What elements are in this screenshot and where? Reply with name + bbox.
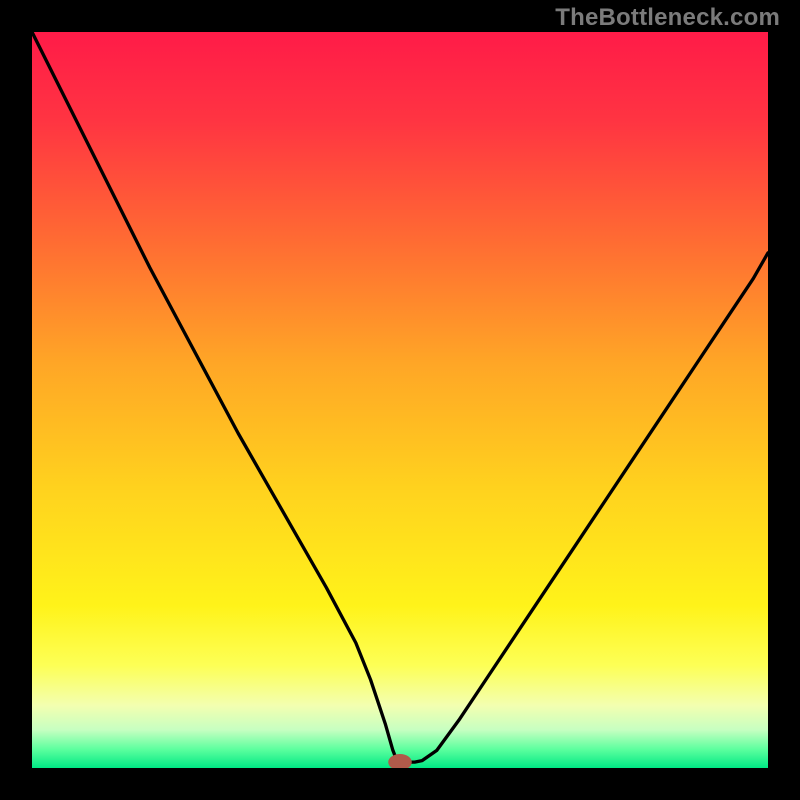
chart-frame: { "watermark": "TheBottleneck.com", "cha…: [0, 0, 800, 800]
gradient-backdrop: [32, 32, 768, 768]
watermark-label: TheBottleneck.com: [555, 4, 780, 32]
bottleneck-plot: [32, 32, 768, 768]
